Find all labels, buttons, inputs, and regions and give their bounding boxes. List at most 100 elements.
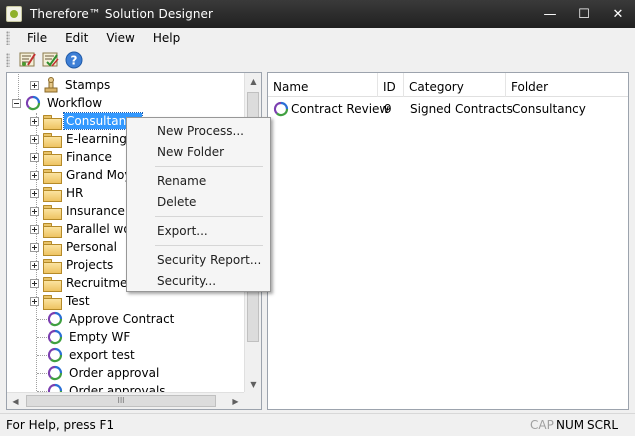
- tree-item-recruitment[interactable]: Recruitmen: [30, 274, 137, 292]
- cell-folder: Consultancy: [512, 102, 586, 116]
- workflow-icon: [47, 347, 63, 363]
- column-header-folder[interactable]: Folder: [506, 73, 628, 97]
- tree-item-test[interactable]: Test: [30, 292, 92, 310]
- expand-icon[interactable]: [30, 260, 39, 270]
- tree-item-insurance[interactable]: Insurance: [30, 202, 127, 220]
- workflow-icon: [273, 101, 289, 117]
- menu-help[interactable]: Help: [144, 28, 189, 48]
- scroll-right-icon[interactable]: ▶: [227, 393, 244, 409]
- menu-item-new-folder[interactable]: New Folder: [157, 142, 224, 162]
- toolbar: ?: [0, 48, 635, 72]
- tree-guide-line: [37, 373, 47, 374]
- column-header-name[interactable]: Name: [268, 73, 378, 97]
- expand-icon[interactable]: [30, 296, 39, 306]
- scroll-left-icon[interactable]: ◀: [7, 393, 24, 409]
- menu-view[interactable]: View: [97, 28, 143, 48]
- toolbar-grip-icon[interactable]: [6, 53, 10, 67]
- folder-icon: [43, 222, 62, 238]
- scroll-thumb[interactable]: III: [26, 395, 216, 407]
- expand-icon[interactable]: [30, 170, 39, 180]
- folder-icon: [43, 258, 62, 274]
- context-menu: New Process... New Folder Rename Delete …: [126, 117, 271, 292]
- tree-item-label: E-learning: [66, 132, 127, 146]
- expand-icon[interactable]: [30, 152, 39, 162]
- tree-horizontal-scrollbar[interactable]: ◀ III ▶: [7, 392, 244, 409]
- workflow-icon: [47, 311, 63, 327]
- menu-item-delete[interactable]: Delete: [157, 192, 196, 212]
- collapse-icon[interactable]: [12, 98, 21, 108]
- menu-grip-icon[interactable]: [6, 31, 10, 45]
- folder-icon: [43, 204, 62, 220]
- tree-item-finance[interactable]: Finance: [30, 148, 114, 166]
- designer-icon[interactable]: [18, 50, 38, 70]
- expand-icon[interactable]: [30, 134, 39, 144]
- maximize-button[interactable]: ☐: [567, 0, 601, 28]
- tree-item-projects[interactable]: Projects: [30, 256, 115, 274]
- folder-icon: [43, 276, 62, 292]
- expand-icon[interactable]: [30, 278, 39, 288]
- menu-item-security[interactable]: Security...: [157, 271, 216, 291]
- table-row[interactable]: Contract Review 9 Signed Contracts Consu…: [268, 99, 628, 119]
- tree-item-label: Approve Contract: [69, 312, 175, 326]
- tree-item-label: export test: [69, 348, 135, 362]
- expand-icon[interactable]: [30, 116, 39, 126]
- expand-icon[interactable]: [30, 206, 39, 216]
- workflow-icon: [47, 329, 63, 345]
- tree-guide-line: [37, 319, 47, 320]
- scroll-up-icon[interactable]: ▲: [245, 73, 261, 90]
- help-icon[interactable]: ?: [64, 50, 84, 70]
- close-button[interactable]: ✕: [601, 0, 635, 28]
- menu-separator: [155, 216, 263, 217]
- tree-item-label: Order approval: [69, 366, 160, 380]
- tree-item-workflow[interactable]: Workflow: [12, 94, 104, 112]
- expand-icon[interactable]: [30, 224, 39, 234]
- scrollbar-corner: [244, 392, 261, 409]
- tree-guide-line: [37, 355, 47, 356]
- tree-item-label: Parallel wo: [66, 222, 131, 236]
- tree-item-label: Projects: [66, 258, 114, 272]
- caps-lock-indicator: CAP: [530, 418, 554, 432]
- tree-item-parallel-workflow[interactable]: Parallel wo: [30, 220, 133, 238]
- menu-edit[interactable]: Edit: [56, 28, 97, 48]
- folder-icon: [43, 186, 62, 202]
- designer-check-icon[interactable]: [41, 50, 61, 70]
- tree-item-personal[interactable]: Personal: [30, 238, 119, 256]
- title-bar: Therefore™ Solution Designer — ☐ ✕: [0, 0, 635, 28]
- tree-item-label: Test: [66, 294, 90, 308]
- menu-item-export[interactable]: Export...: [157, 221, 208, 241]
- menu-item-security-report[interactable]: Security Report...: [157, 250, 261, 270]
- tree-item-approve-contract[interactable]: Approve Contract: [47, 310, 176, 328]
- tree-item-stamps[interactable]: Stamps: [30, 76, 112, 94]
- column-header-id[interactable]: ID: [378, 73, 404, 97]
- tree-item-label: HR: [66, 186, 84, 200]
- expand-icon[interactable]: [30, 242, 39, 252]
- folder-icon: [43, 114, 62, 130]
- column-header-category[interactable]: Category: [404, 73, 506, 97]
- stamp-icon: [44, 77, 58, 93]
- scroll-down-icon[interactable]: ▼: [245, 376, 261, 393]
- folder-icon: [43, 168, 62, 184]
- expand-icon[interactable]: [30, 80, 39, 90]
- tree-item-label: Empty WF: [69, 330, 131, 344]
- tree-item-label: Workflow: [47, 96, 103, 110]
- menu-item-rename[interactable]: Rename: [157, 171, 206, 191]
- tree-item-e-learning[interactable]: E-learning: [30, 130, 129, 148]
- tree-item-label: Stamps: [65, 78, 111, 92]
- svg-text:?: ?: [71, 54, 78, 68]
- menu-item-new-process[interactable]: New Process...: [157, 121, 244, 141]
- tree-item-order-approval[interactable]: Order approval: [47, 364, 161, 382]
- expand-icon[interactable]: [30, 188, 39, 198]
- num-lock-indicator: NUM: [556, 418, 585, 432]
- window-controls: — ☐ ✕: [533, 0, 635, 28]
- tree-item-label: Insurance: [66, 204, 125, 218]
- folder-icon: [43, 132, 62, 148]
- minimize-button[interactable]: —: [533, 0, 567, 28]
- tree-item-hr[interactable]: HR: [30, 184, 85, 202]
- therefore-app-icon[interactable]: [6, 6, 22, 22]
- tree-item-empty-wf[interactable]: Empty WF: [47, 328, 132, 346]
- status-text: For Help, press F1: [6, 418, 115, 432]
- menu-file[interactable]: File: [18, 28, 56, 48]
- tree-item-grand-moy[interactable]: Grand Moy: [30, 166, 133, 184]
- process-list[interactable]: Name ID Category Folder Contract Review …: [267, 72, 629, 410]
- tree-item-export-test[interactable]: export test: [47, 346, 137, 364]
